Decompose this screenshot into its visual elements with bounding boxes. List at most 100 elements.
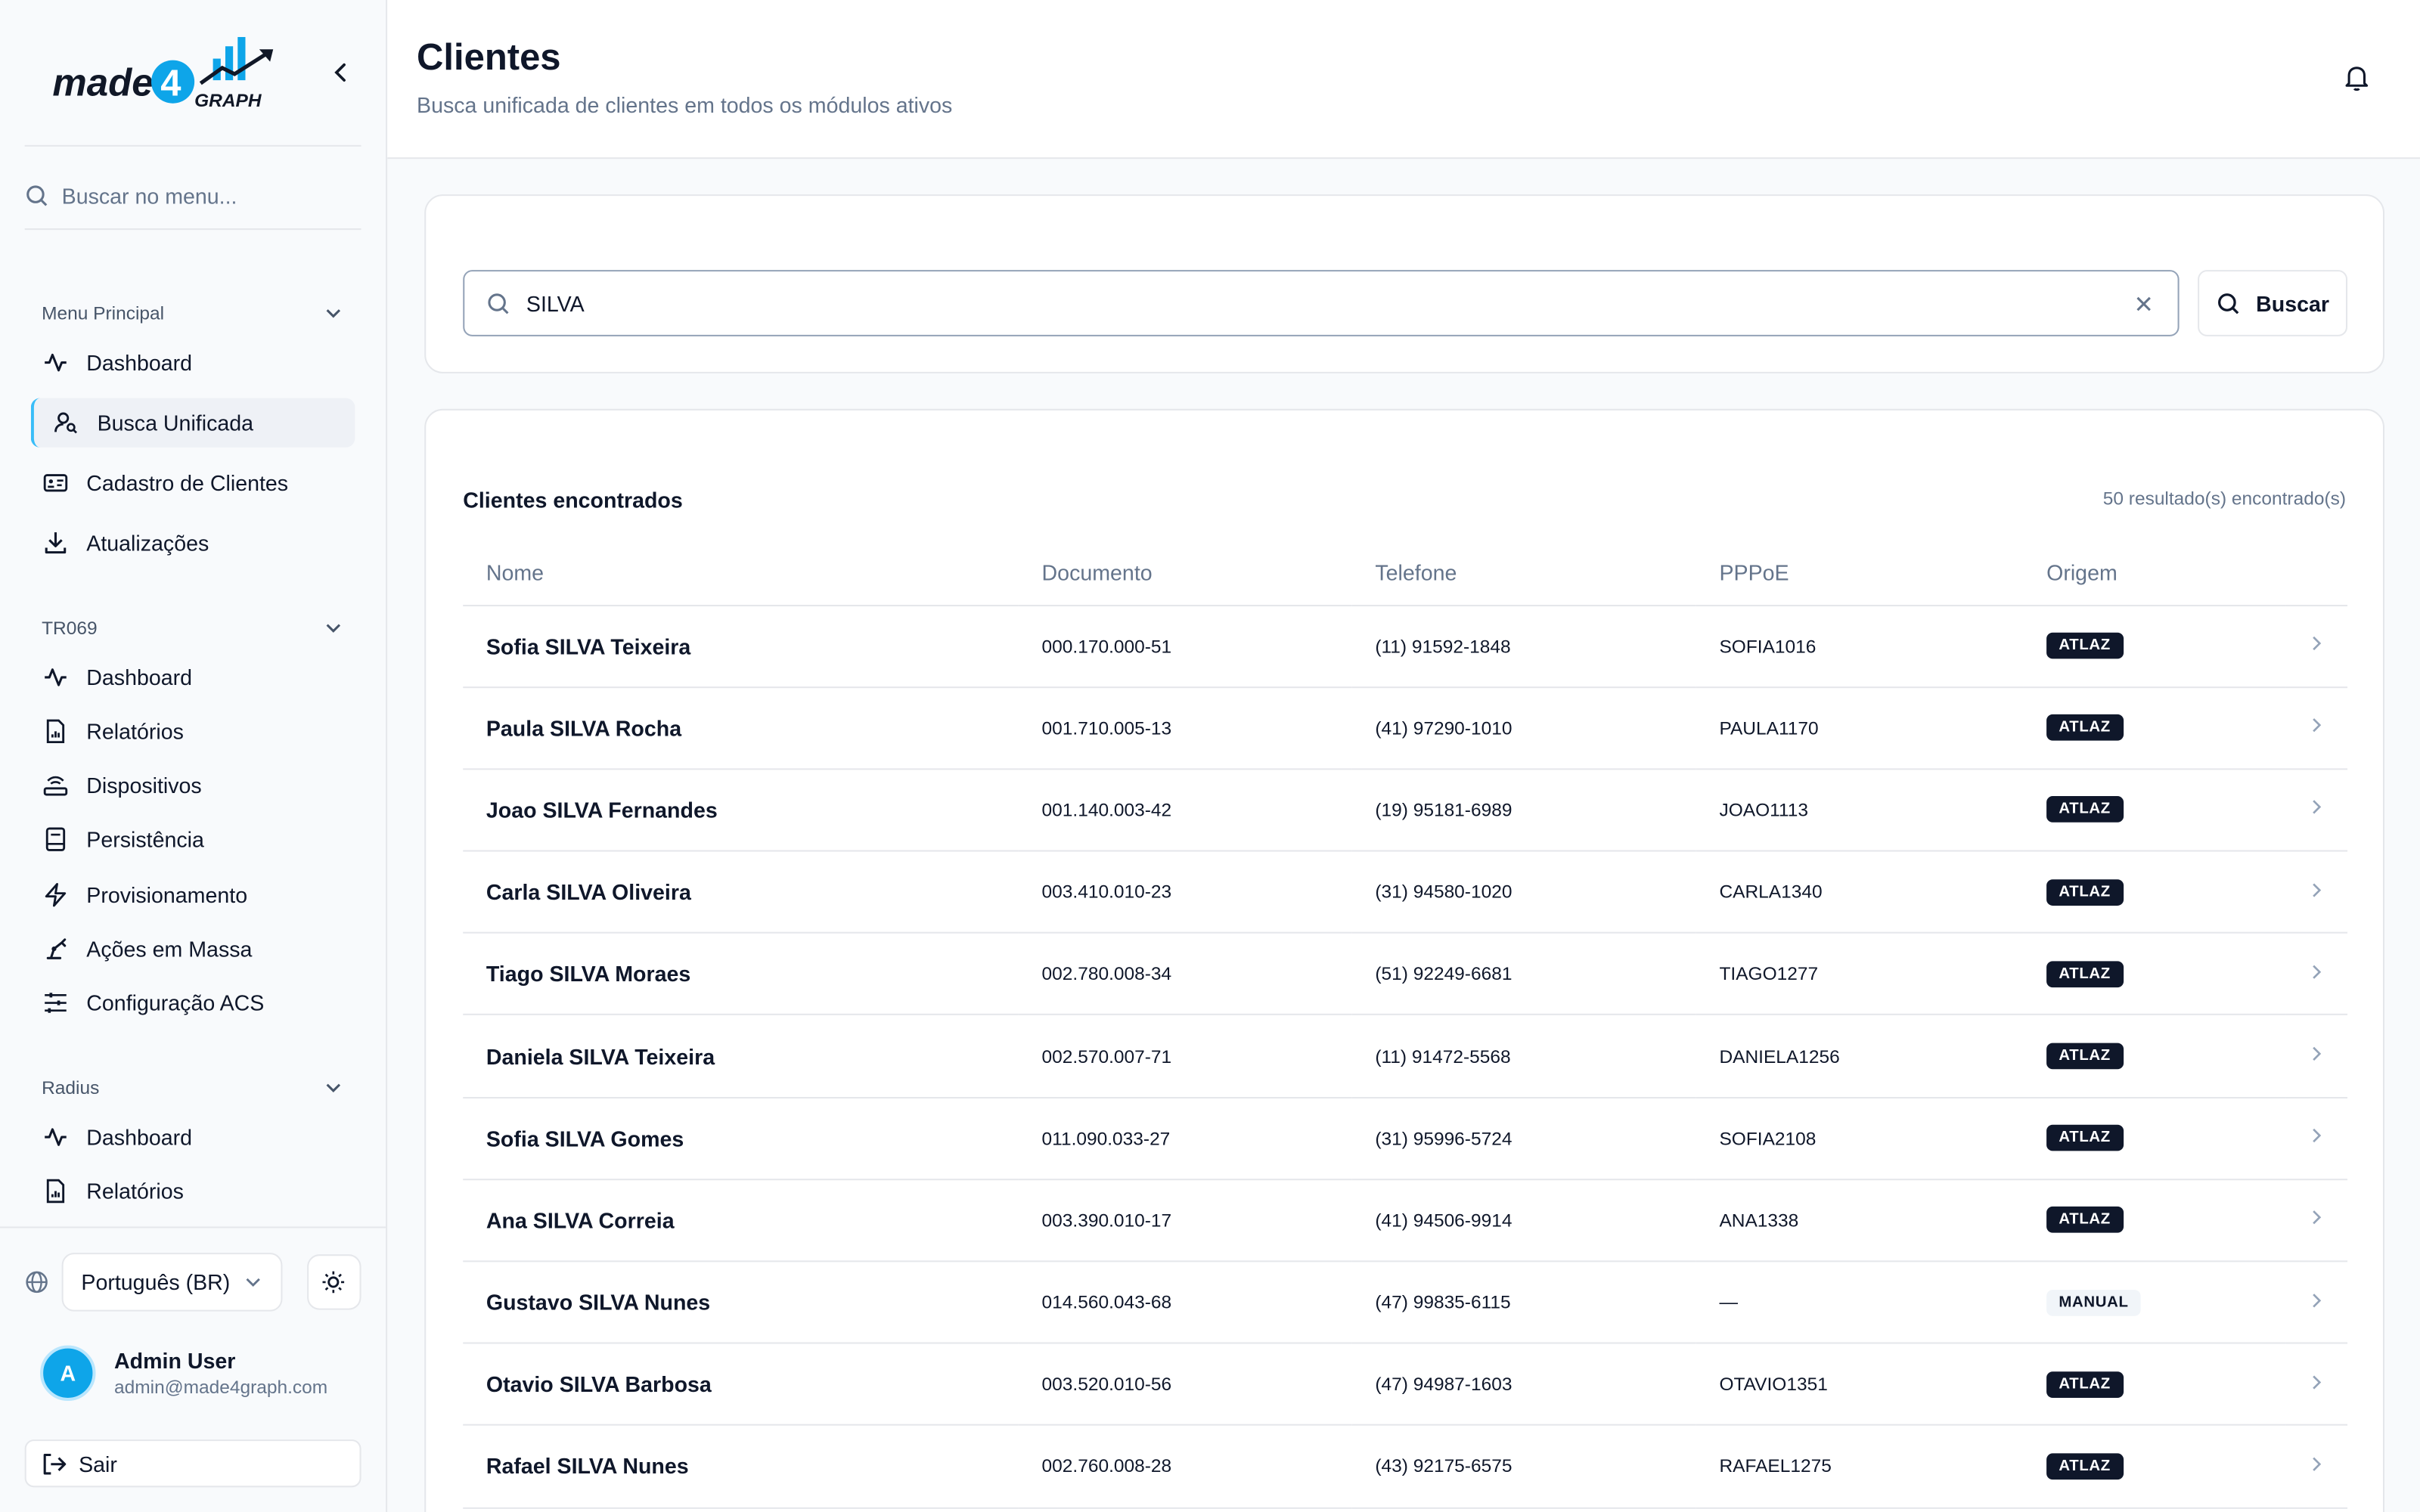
column-header-nome[interactable]: Nome: [463, 540, 1019, 606]
zap-icon: [45, 882, 67, 907]
column-header-origem[interactable]: Origem: [2023, 540, 2286, 606]
sidebar-item-configuracao-acs[interactable]: Configuração ACS: [31, 978, 355, 1027]
bell-icon[interactable]: [2341, 62, 2372, 93]
page-title: Clientes: [417, 36, 561, 79]
theme-toggle-button[interactable]: [306, 1254, 361, 1310]
main-content: Clientes Busca unificada de clientes em …: [387, 0, 2420, 1512]
cell-documento: 000.170.000-51: [1018, 604, 1352, 688]
cell-action[interactable]: [2285, 1261, 2348, 1344]
origin-badge: ATLAZ: [2046, 1207, 2124, 1234]
section-title: Menu Principal: [42, 302, 165, 324]
origin-badge: ATLAZ: [2046, 714, 2124, 742]
sidebar-item-label: Atualizações: [86, 531, 209, 556]
collapse-sidebar-icon[interactable]: [327, 59, 355, 87]
origin-badge: MANUAL: [2046, 1289, 2141, 1315]
sidebar-item-label: Busca Unificada: [97, 410, 254, 435]
section-toggle-menu-principal[interactable]: Menu Principal: [42, 298, 344, 329]
table-row[interactable]: Ana SILVA Correia 003.390.010-17 (41) 9450…: [463, 1179, 2348, 1263]
sidebar-item-persistencia[interactable]: Persistência: [31, 815, 355, 864]
cell-action[interactable]: [2285, 686, 2348, 770]
chevron-down-icon: [246, 1278, 260, 1287]
client-search-input[interactable]: [526, 290, 2116, 316]
column-header-documento[interactable]: Documento: [1018, 540, 1352, 606]
column-header-telefone[interactable]: Telefone: [1351, 540, 1696, 606]
section-toggle-radius[interactable]: Radius: [42, 1072, 344, 1103]
logout-button[interactable]: Sair: [24, 1439, 361, 1488]
sidebar-item-acoes-massa[interactable]: Ações em Massa: [31, 924, 355, 973]
table-row[interactable]: Joao SILVA Fernandes 001.140.003-42 (19) 9…: [463, 769, 2348, 852]
sidebar-item-cadastro-clientes[interactable]: Cadastro de Clientes: [31, 458, 355, 507]
sidebar-item-busca-unificada[interactable]: Busca Unificada: [30, 398, 355, 448]
user-profile[interactable]: A Admin User admin@made4graph.com: [40, 1345, 328, 1402]
sidebar-item-atualizacoes[interactable]: Atualizações: [31, 519, 355, 568]
cell-telefone: (11) 91472-5568: [1351, 1015, 1696, 1098]
sidebar-item-radius-relatorios[interactable]: Relatórios: [31, 1167, 355, 1216]
menu-search-input[interactable]: [61, 183, 355, 209]
cell-action[interactable]: [2285, 850, 2348, 934]
cell-documento: 003.390.010-17: [1018, 1179, 1352, 1263]
chevron-right-icon: [2313, 965, 2322, 979]
cell-action[interactable]: [2285, 604, 2348, 688]
section-toggle-tr069[interactable]: TR069: [42, 612, 344, 643]
svg-text:made: made: [52, 61, 153, 104]
menu-search[interactable]: [25, 163, 361, 228]
cell-pppoe: —: [1696, 1261, 2024, 1344]
cell-pppoe: TIAGO1277: [1696, 933, 2024, 1016]
cell-action[interactable]: [2285, 1343, 2348, 1427]
cell-documento: 002.760.008-28: [1018, 1425, 1352, 1509]
cell-action[interactable]: [2285, 1179, 2348, 1263]
table-row[interactable]: Sofia SILVA Teixeira 000.170.000-51 (11) 9…: [463, 604, 2348, 688]
sidebar-item-tr069-dashboard[interactable]: Dashboard: [31, 652, 355, 702]
client-search-field[interactable]: [463, 270, 2180, 336]
chevron-right-icon: [2313, 1457, 2322, 1471]
cell-pppoe: OTAVIO1351: [1696, 1343, 2024, 1427]
cell-action[interactable]: [2285, 1015, 2348, 1098]
table-row[interactable]: Paula SILVA Rocha 001.710.005-13 (41) 9729…: [463, 686, 2348, 770]
cell-action[interactable]: [2285, 769, 2348, 852]
cell-origem: MANUAL: [2023, 1261, 2286, 1344]
chevron-right-icon: [2313, 1210, 2322, 1225]
language-value: Português (BR): [81, 1269, 231, 1295]
made4graph-logo[interactable]: made 4 GRAPH: [52, 34, 284, 114]
sidebar-item-label: Relatórios: [86, 719, 184, 744]
section-title: TR069: [42, 617, 98, 639]
results-table: Nome Documento Telefone PPPoE Origem Sof…: [463, 540, 2348, 1509]
sidebar-item-label: Dispositivos: [86, 773, 202, 798]
table-row[interactable]: Sofia SILVA Gomes 011.090.033-27 (31) 9599…: [463, 1097, 2348, 1180]
cell-action[interactable]: [2285, 1097, 2348, 1180]
file-chart-icon: [46, 719, 65, 744]
cell-pppoe: ANA1338: [1696, 1179, 2024, 1263]
table-row[interactable]: Gustavo SILVA Nunes 014.560.043-68 (47) 99…: [463, 1261, 2348, 1344]
sidebar-item-label: Cadastro de Clientes: [86, 470, 289, 496]
close-icon[interactable]: [2131, 291, 2156, 316]
chevron-right-icon: [2313, 1293, 2322, 1307]
table-row[interactable]: Tiago SILVA Moraes 002.780.008-34 (51) 922…: [463, 933, 2348, 1016]
language-select[interactable]: Português (BR): [60, 1253, 283, 1312]
divider: [0, 1226, 386, 1228]
table-row[interactable]: Daniela SILVA Teixeira 002.570.007-71 (11)…: [463, 1015, 2348, 1098]
log-out-icon: [43, 1452, 67, 1474]
sidebar-item-provisionamento[interactable]: Provisionamento: [31, 870, 355, 919]
sidebar-item-dispositivos[interactable]: Dispositivos: [31, 761, 355, 810]
table-row[interactable]: Otavio SILVA Barbosa 003.520.010-56 (47) 9…: [463, 1343, 2348, 1427]
cell-documento: 011.090.033-27: [1018, 1097, 1352, 1180]
origin-badge: ATLAZ: [2046, 1453, 2124, 1480]
results-count: 50 resultado(s) encontrado(s): [2102, 487, 2347, 510]
cell-nome: Joao SILVA Fernandes: [463, 769, 1019, 852]
user-email: admin@made4graph.com: [114, 1376, 328, 1398]
cell-action[interactable]: [2285, 1425, 2348, 1509]
sidebar-item-dashboard[interactable]: Dashboard: [31, 338, 355, 387]
chevron-right-icon: [2313, 801, 2322, 815]
sidebar-item-label: Configuração ACS: [86, 990, 265, 1015]
sidebar-item-tr069-relatorios[interactable]: Relatórios: [31, 707, 355, 756]
sidebar-item-radius-dashboard[interactable]: Dashboard: [31, 1112, 355, 1161]
cell-pppoe: PAULA1170: [1696, 686, 2024, 770]
column-header-pppoe[interactable]: PPPoE: [1696, 540, 2024, 606]
cell-action[interactable]: [2285, 933, 2348, 1016]
sidebar-item-label: Dashboard: [86, 665, 193, 690]
table-row[interactable]: Carla SILVA Oliveira 003.410.010-23 (31) 9…: [463, 850, 2348, 934]
table-row[interactable]: Rafael SILVA Nunes 002.760.008-28 (43) 921…: [463, 1425, 2348, 1509]
sidebar: made 4 GRAPH Menu Principal Dashboard: [0, 0, 388, 1512]
search-button[interactable]: Buscar: [2198, 270, 2348, 336]
id-card-icon: [43, 474, 68, 492]
